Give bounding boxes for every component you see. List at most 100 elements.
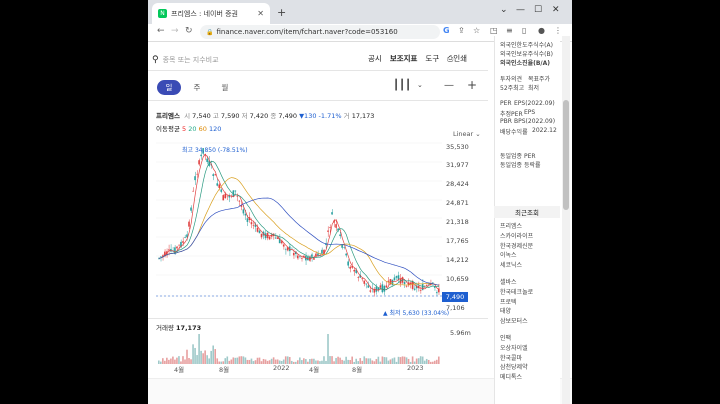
nav-tools[interactable]: 도구	[425, 53, 439, 64]
zoom-out-icon[interactable]: —	[444, 80, 454, 91]
volume-bar	[260, 361, 263, 364]
extension-icon[interactable]: ◳	[490, 26, 498, 35]
period-month[interactable]: 월	[213, 80, 237, 95]
recent-item[interactable]: 한국테크놀로	[500, 288, 533, 298]
recent-item[interactable]: 셀바스	[500, 278, 533, 288]
volume-chart[interactable]	[156, 332, 442, 364]
recent-item[interactable]: 태양	[500, 307, 533, 317]
y-tick: 10,659	[446, 275, 469, 283]
candle	[331, 212, 333, 215]
volume-bar	[365, 358, 368, 364]
recent-item[interactable]: 프리엠스	[500, 222, 533, 232]
volume-bar	[212, 345, 214, 364]
sidepanel-icon[interactable]: ▯	[522, 26, 526, 35]
candle	[246, 218, 249, 222]
candle	[321, 249, 323, 254]
candle	[435, 292, 438, 294]
volume-bar	[216, 358, 219, 364]
candle	[375, 286, 378, 292]
candle	[421, 284, 424, 290]
scrollbar[interactable]	[562, 36, 570, 404]
volume-bar	[377, 356, 380, 364]
y-tick: 31,977	[446, 161, 469, 169]
reading-list-icon[interactable]: ≡	[506, 26, 513, 35]
recent-item[interactable]: 스카이라이프	[500, 232, 533, 242]
close-icon[interactable]: ✕	[257, 9, 264, 18]
candle	[363, 280, 366, 284]
volume-bar	[323, 356, 325, 364]
volume-bar	[305, 359, 307, 364]
recent-item[interactable]: 한국콜마	[500, 354, 533, 364]
candle	[387, 280, 390, 282]
maximize-icon[interactable]: ☐	[534, 5, 542, 15]
volume-bar	[419, 356, 422, 364]
volume-bar	[391, 358, 394, 364]
volume-bar	[292, 361, 295, 364]
candle	[256, 227, 259, 232]
nav-indicators[interactable]: 보조지표	[390, 53, 418, 64]
candle	[224, 193, 227, 199]
chevron-down-icon[interactable]: ⌄	[500, 5, 508, 15]
recent-item[interactable]: 한국경제신문	[500, 242, 533, 252]
share-icon[interactable]: ⇪	[458, 26, 465, 35]
volume-bar	[425, 358, 428, 364]
volume-bar	[423, 360, 426, 364]
volume-bar	[168, 359, 170, 364]
recent-item[interactable]: 메디톡스	[500, 373, 533, 383]
recent-item[interactable]: 세코닉스	[500, 261, 533, 271]
period-day[interactable]: 일	[157, 80, 181, 95]
profile-icon[interactable]: ●	[538, 26, 545, 35]
volume-bar	[238, 356, 241, 364]
forward-icon[interactable]: →	[171, 26, 179, 36]
volume-bar	[421, 356, 424, 364]
candle	[200, 154, 202, 157]
search-input[interactable]: 종목 또는 지수비교	[163, 55, 219, 65]
volume-bar	[236, 357, 239, 364]
volume-bar	[206, 355, 208, 364]
star-icon[interactable]: ☆	[473, 26, 480, 35]
candle	[391, 279, 394, 286]
x-tick: 4월	[309, 366, 320, 374]
period-week[interactable]: 주	[185, 80, 209, 95]
candle-type-icon[interactable]: ┃┃┃	[393, 80, 411, 91]
recent-header[interactable]: 최근조회	[494, 206, 560, 218]
browser-tab[interactable]: N 프리엠스 : 네이버 증권 ✕	[152, 3, 270, 24]
recent-item[interactable]: 프로텍	[500, 298, 533, 308]
left-margin	[0, 0, 148, 404]
recent-item[interactable]: 삼천당제약	[500, 363, 533, 373]
volume-bar	[272, 357, 275, 364]
scale-selector[interactable]: Linear ⌄	[453, 130, 481, 138]
candle	[268, 236, 271, 240]
minimize-icon[interactable]: —	[516, 5, 525, 15]
price-chart[interactable]	[156, 138, 442, 318]
candle	[393, 277, 396, 281]
menu-icon[interactable]: ⋮	[554, 26, 562, 35]
volume-bar	[333, 361, 335, 364]
volume-bar	[266, 360, 269, 364]
volume-bar	[327, 334, 329, 364]
nav-disclosure[interactable]: 공시	[368, 53, 382, 64]
scrollbar-thumb[interactable]	[563, 100, 569, 210]
candle	[160, 256, 162, 258]
recent-item[interactable]: 오상자이엘	[500, 344, 533, 354]
back-icon[interactable]: ←	[157, 26, 165, 36]
moving-average-legend[interactable]: 이동평균 5 20 60 120	[156, 123, 221, 133]
volume-bar	[433, 360, 436, 364]
zoom-in-icon[interactable]: +	[467, 78, 477, 92]
new-tab-icon[interactable]: +	[277, 6, 286, 19]
volume-bar	[319, 361, 321, 364]
window-close-icon[interactable]: ✕	[552, 5, 560, 15]
volume-bar	[162, 358, 164, 364]
url-field[interactable]: 🔒 finance.naver.com/item/fchart.naver?co…	[200, 25, 440, 39]
recent-item[interactable]: 인팩	[500, 334, 533, 344]
chart-grid	[156, 142, 442, 297]
nav-print[interactable]: ⎙인쇄	[447, 53, 467, 64]
google-icon[interactable]: G	[443, 26, 450, 35]
volume-bar	[301, 360, 303, 364]
reload-icon[interactable]: ↻	[185, 26, 193, 36]
x-tick: 8월	[219, 366, 230, 374]
recent-item[interactable]: 이녹스	[500, 251, 533, 261]
chevron-down-icon[interactable]: ⌄	[417, 81, 423, 89]
volume-bar	[411, 356, 414, 364]
recent-item[interactable]: 삼보모터스	[500, 317, 533, 327]
